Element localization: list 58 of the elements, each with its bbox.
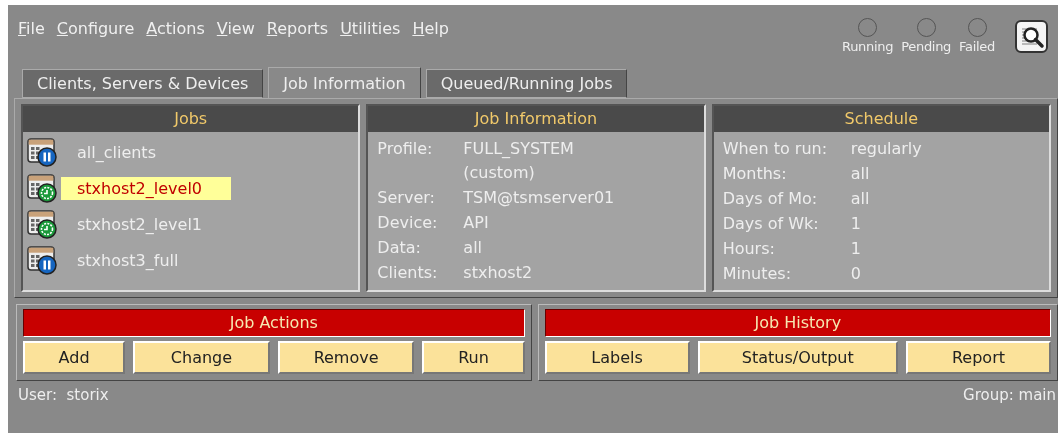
menu-item[interactable]: Utilities — [340, 19, 401, 38]
field-value: regularly — [850, 138, 923, 160]
field-value: all — [850, 188, 871, 210]
menu-item[interactable]: Actions — [146, 19, 205, 38]
action-button[interactable]: Status/Output — [697, 341, 898, 374]
field-label: Data: — [377, 237, 422, 259]
user-label: User: storix — [18, 386, 109, 404]
calendar-pause-icon — [27, 137, 57, 167]
field-value: 0 — [850, 263, 862, 285]
field-label: Device: — [377, 212, 439, 234]
action-button[interactable]: Remove — [277, 341, 415, 374]
field-label: Profile: — [377, 138, 434, 160]
field-label: Server: — [377, 187, 436, 209]
menu-item[interactable]: Configure — [56, 19, 135, 38]
section-header: Job Actions — [23, 309, 525, 337]
job-item[interactable]: stxhost3_full — [61, 248, 185, 272]
menu-item[interactable]: Reports — [266, 19, 329, 38]
menu-item[interactable]: Help — [412, 19, 449, 38]
field-label: Clients: — [377, 262, 439, 284]
field-value: all — [850, 163, 871, 185]
job-item[interactable]: stxhost2_level1 — [61, 212, 209, 236]
panel-header: Jobs — [23, 106, 359, 132]
calendar-clock-icon — [27, 209, 57, 239]
action-button[interactable]: Labels — [544, 341, 690, 374]
tab[interactable]: Queued/Running Jobs — [425, 69, 628, 98]
field-value: FULL_SYSTEM (custom) — [463, 138, 575, 184]
field-label: Days of Wk: — [722, 213, 820, 235]
field-value: 1 — [850, 238, 862, 260]
status-label: Failed — [959, 39, 995, 54]
field-label: Months: — [722, 163, 788, 185]
calendar-pause-icon — [27, 245, 57, 275]
field-label: Minutes: — [722, 263, 793, 285]
action-button[interactable]: Report — [905, 341, 1051, 374]
field-value: all — [463, 237, 484, 259]
field-value: stxhost2 — [463, 262, 534, 284]
field-label: Days of Mo: — [722, 188, 819, 210]
field-label: Hours: — [722, 238, 776, 260]
action-button[interactable]: Run — [422, 341, 525, 374]
status-label: Pending — [901, 39, 952, 54]
tab[interactable]: Job Information — [268, 67, 421, 98]
job-item[interactable]: stxhost2_level0 — [61, 176, 231, 200]
field-value: API — [463, 212, 490, 234]
job-item[interactable]: all_clients — [61, 140, 162, 164]
tab[interactable]: Clients, Servers & Devices — [22, 69, 264, 98]
field-value: TSM@tsmserver01 — [463, 187, 616, 209]
action-button[interactable]: Add — [23, 341, 126, 374]
search-button[interactable] — [1015, 20, 1048, 53]
field-value: 1 — [850, 213, 862, 235]
field-label: When to run: — [722, 138, 829, 160]
calendar-clock-icon — [27, 173, 57, 203]
panel-header: Schedule — [713, 106, 1049, 132]
menu-item[interactable]: View — [216, 19, 255, 38]
status-label: Running — [842, 39, 894, 54]
panel-header: Job Information — [368, 106, 704, 132]
action-button[interactable]: Change — [133, 341, 270, 374]
group-label: Group: main — [963, 386, 1056, 404]
section-header: Job History — [544, 309, 1051, 337]
menu-item[interactable]: File — [18, 19, 45, 38]
